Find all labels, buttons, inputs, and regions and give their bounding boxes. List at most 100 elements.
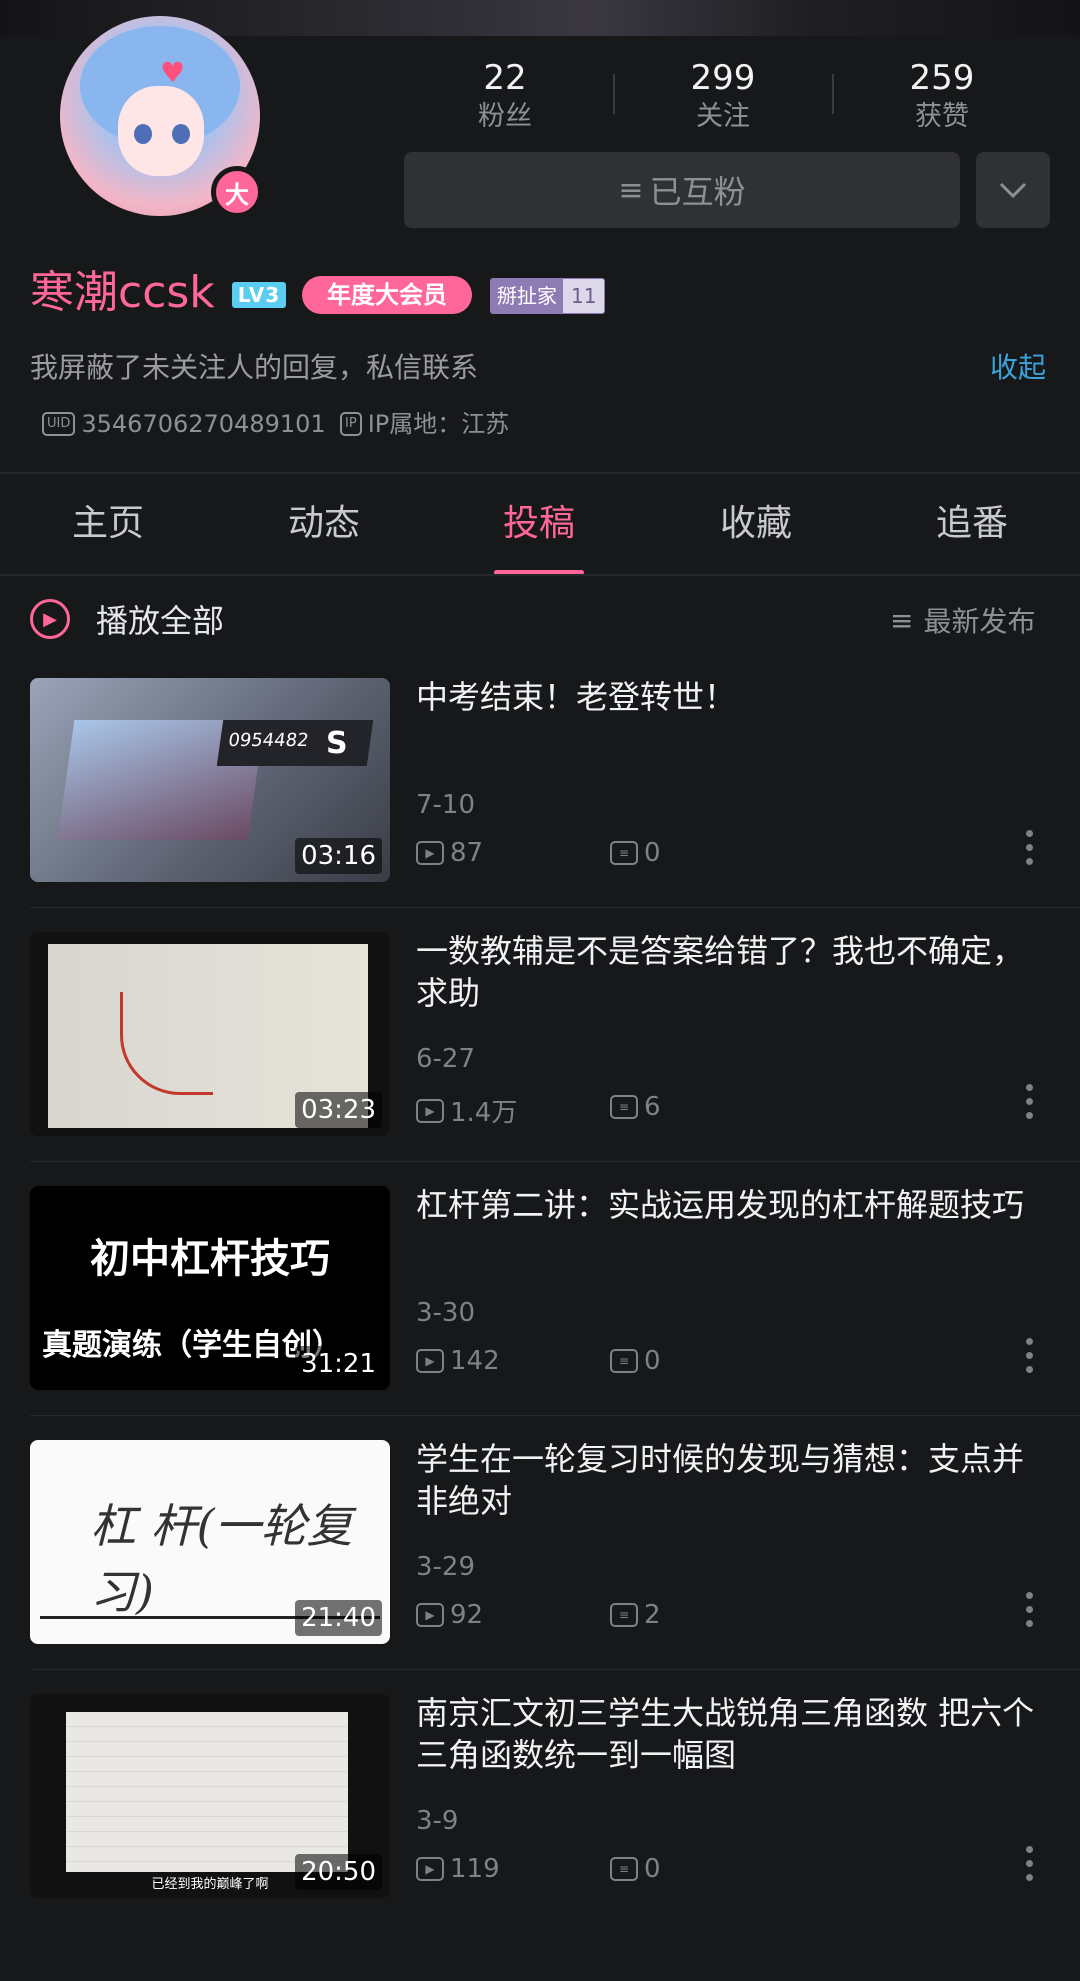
view-count: ▶ 119 xyxy=(416,1854,500,1884)
collapse-link[interactable]: 收起 xyxy=(990,348,1046,388)
play-all-button[interactable]: ▶ 播放全部 xyxy=(30,596,224,642)
more-options-icon[interactable] xyxy=(1026,1084,1036,1119)
divider xyxy=(613,74,615,114)
comment-icon: ≡ xyxy=(610,1857,638,1881)
divider xyxy=(0,472,1080,474)
thumbnail-score: 0954482 xyxy=(216,720,374,766)
bio-text: 我屏蔽了未关注人的回复，私信联系 xyxy=(30,351,479,384)
video-duration: 03:23 xyxy=(295,1092,382,1128)
video-title[interactable]: 一数教辅是不是答案给错了？我也不确定，求助 xyxy=(416,930,1046,1014)
play-count-icon: ▶ xyxy=(416,1857,444,1881)
ip-icon: IP xyxy=(340,412,362,436)
comment-count: ≡ 0 xyxy=(610,838,661,868)
video-title[interactable]: 中考结束！老登转世！ xyxy=(416,676,1046,718)
video-item[interactable]: 已经到我的巅峰了啊 20:50 南京汇文初三学生大战锐角三角函数 把六个三角函数… xyxy=(0,1670,1080,1924)
thumbnail-title: 初中杠杆技巧 xyxy=(90,1235,330,1282)
comment-count: ≡ 6 xyxy=(610,1092,661,1122)
video-thumbnail[interactable]: 杠 杆(一轮复习) 21:40 xyxy=(30,1440,390,1644)
video-date: 7-10 xyxy=(416,790,476,820)
view-count: ▶ 92 xyxy=(416,1600,483,1630)
stat-following[interactable]: 299 关注 xyxy=(643,56,803,134)
play-count-icon: ▶ xyxy=(416,841,444,865)
play-count-icon: ▶ xyxy=(416,1349,444,1373)
comment-count-value: 0 xyxy=(644,1346,661,1376)
comment-count: ≡ 0 xyxy=(610,1346,661,1376)
view-count-value: 119 xyxy=(450,1854,500,1884)
list-icon: ≡ xyxy=(890,603,914,637)
avatar-face xyxy=(118,86,204,176)
video-thumbnail[interactable]: 03:23 xyxy=(30,932,390,1136)
video-date: 3-9 xyxy=(416,1806,459,1836)
view-count: ▶ 87 xyxy=(416,838,483,868)
view-count: ▶ 1.4万 xyxy=(416,1092,517,1129)
vip-avatar-badge: 大 xyxy=(211,166,263,218)
ip-location: IP属地：江苏 xyxy=(367,410,510,438)
more-options-icon[interactable] xyxy=(1026,1592,1036,1627)
video-title[interactable]: 南京汇文初三学生大战锐角三角函数 把六个三角函数统一到一幅图 xyxy=(416,1692,1046,1776)
video-thumbnail[interactable]: 初中杠杆技巧 真题演练（学生自创） 31:21 xyxy=(30,1186,390,1390)
view-count-value: 142 xyxy=(450,1346,500,1376)
username: 寒潮ccsk xyxy=(30,267,215,318)
heart-icon: ♥ xyxy=(160,56,186,89)
more-options-icon[interactable] xyxy=(1026,1846,1036,1881)
stat-likes[interactable]: 259 获赞 xyxy=(862,56,1022,134)
video-date: 3-30 xyxy=(416,1298,476,1328)
play-count-icon: ▶ xyxy=(416,1603,444,1627)
video-item[interactable]: 03:23 一数教辅是不是答案给错了？我也不确定，求助 6-27 ▶ 1.4万 … xyxy=(0,908,1080,1162)
stat-label: 粉丝 xyxy=(478,101,532,132)
video-duration: 03:16 xyxy=(295,838,382,874)
play-all-label: 播放全部 xyxy=(96,602,225,640)
chevron-down-icon xyxy=(999,182,1027,199)
ip-row: IP IP属地：江苏 xyxy=(340,408,509,440)
video-duration: 21:40 xyxy=(295,1600,382,1636)
tab-bangumi[interactable]: 追番 xyxy=(902,494,1042,554)
video-title[interactable]: 学生在一轮复习时候的发现与猜想：支点并非绝对 xyxy=(416,1438,1046,1522)
mutual-follow-button[interactable]: ≡ 已互粉 xyxy=(404,152,960,228)
avatar-eye xyxy=(134,124,152,144)
comment-count: ≡ 0 xyxy=(610,1854,661,1884)
more-options-icon[interactable] xyxy=(1026,830,1036,865)
view-count: ▶ 142 xyxy=(416,1346,500,1376)
comment-count-value: 0 xyxy=(644,838,661,868)
video-date: 3-29 xyxy=(416,1552,476,1582)
stat-number: 259 xyxy=(909,58,975,98)
uid-row[interactable]: UID 3546706270489101 xyxy=(42,408,326,440)
thumbnail-art xyxy=(66,1712,348,1872)
video-item[interactable]: 初中杠杆技巧 真题演练（学生自创） 31:21 杠杆第二讲：实战运用发现的杠杆解… xyxy=(0,1162,1080,1416)
menu-lines-icon: ≡ xyxy=(618,172,644,208)
comment-count-value: 0 xyxy=(644,1854,661,1884)
stat-fans[interactable]: 22 粉丝 xyxy=(425,56,585,134)
view-count-value: 87 xyxy=(450,838,484,868)
level-badge[interactable]: LV3 xyxy=(232,282,286,308)
fan-medal-label: 掰扯家 xyxy=(491,279,563,313)
comment-count-value: 2 xyxy=(644,1600,661,1630)
fan-medal-badge[interactable]: 掰扯家 11 xyxy=(490,278,606,314)
tab-uploads[interactable]: 投稿 xyxy=(469,494,609,554)
comment-icon: ≡ xyxy=(610,841,638,865)
tab-home[interactable]: 主页 xyxy=(38,494,178,554)
tab-favorites[interactable]: 收藏 xyxy=(686,494,826,554)
stat-label: 获赞 xyxy=(915,101,969,132)
video-thumbnail[interactable]: 已经到我的巅峰了啊 20:50 xyxy=(30,1694,390,1898)
divider xyxy=(0,574,1080,576)
video-thumbnail[interactable]: 0954482 S 03:16 xyxy=(30,678,390,882)
fan-medal-level: 11 xyxy=(563,279,605,313)
comment-count: ≡ 2 xyxy=(610,1600,661,1630)
video-duration: 31:21 xyxy=(295,1346,382,1382)
video-duration: 20:50 xyxy=(295,1854,382,1890)
video-item[interactable]: 杠 杆(一轮复习) 21:40 学生在一轮复习时候的发现与猜想：支点并非绝对 3… xyxy=(0,1416,1080,1670)
uid-value: 3546706270489101 xyxy=(81,410,326,438)
more-options-icon[interactable] xyxy=(1026,1338,1036,1373)
sort-button[interactable]: ≡ 最新发布 xyxy=(890,600,1035,640)
stat-number: 299 xyxy=(690,58,756,98)
play-circle-icon: ▶ xyxy=(30,599,70,639)
video-title[interactable]: 杠杆第二讲：实战运用发现的杠杆解题技巧 xyxy=(416,1184,1046,1226)
tab-dynamics[interactable]: 动态 xyxy=(254,494,394,554)
comment-count-value: 6 xyxy=(644,1092,661,1122)
vip-badge[interactable]: 年度大会员 xyxy=(302,276,472,314)
more-actions-button[interactable] xyxy=(976,152,1050,228)
video-item[interactable]: 0954482 S 03:16 中考结束！老登转世！ 7-10 ▶ 87 ≡ 0 xyxy=(0,654,1080,908)
thumbnail-rank: S xyxy=(326,726,348,761)
follow-button-label: 已互粉 xyxy=(649,173,746,211)
comment-icon: ≡ xyxy=(610,1095,638,1119)
